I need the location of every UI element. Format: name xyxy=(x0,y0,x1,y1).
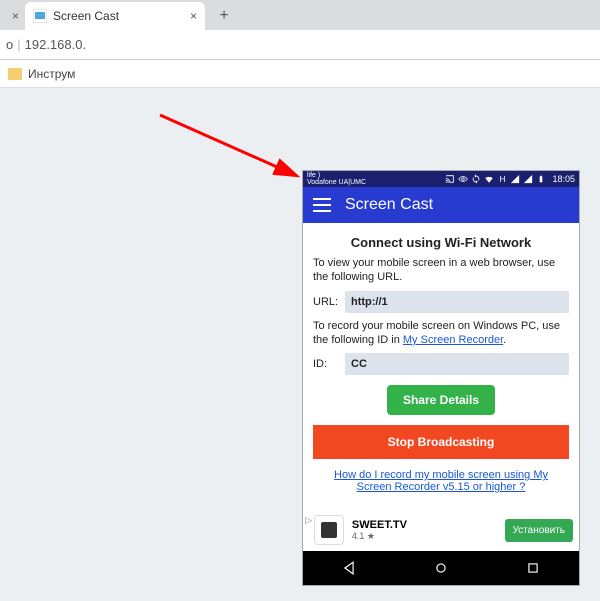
id-label: ID: xyxy=(313,358,345,370)
phone-statusbar: life ) Vodafone UA|UMC H 18:05 xyxy=(303,171,579,187)
address-text: 192.168.0. xyxy=(25,37,86,52)
signal-bars-icon xyxy=(523,174,533,184)
phone-screenshot: life ) Vodafone UA|UMC H 18:05 Screen Ca… xyxy=(302,170,580,586)
back-button[interactable] xyxy=(329,558,369,578)
tab-favicon xyxy=(33,9,47,23)
hamburger-icon[interactable] xyxy=(313,198,331,212)
address-prefix: o xyxy=(6,37,13,52)
phone-appbar: Screen Cast xyxy=(303,187,579,223)
clock-text: 18:05 xyxy=(552,174,575,184)
url-field[interactable]: http://1 xyxy=(345,291,569,313)
carrier-text: life ) Vodafone UA|UMC xyxy=(307,172,366,186)
arrow-annotation xyxy=(155,110,315,190)
home-button[interactable] xyxy=(421,558,461,578)
signal-icon: H xyxy=(497,174,507,184)
cast-icon xyxy=(445,174,455,184)
close-icon[interactable]: × xyxy=(12,9,19,23)
address-bar[interactable]: o | 192.168.0. xyxy=(0,30,600,60)
appbar-title: Screen Cast xyxy=(345,196,433,214)
bookmark-item[interactable]: Инструм xyxy=(28,67,75,81)
record-text: To record your mobile screen on Windows … xyxy=(313,319,569,348)
content-heading: Connect using Wi-Fi Network xyxy=(313,235,569,250)
tab-title: Screen Cast xyxy=(53,9,119,23)
sync-icon xyxy=(471,174,481,184)
id-field[interactable]: CC xyxy=(345,353,569,375)
browser-tab-1[interactable]: Screen Cast × xyxy=(25,2,205,30)
share-details-button[interactable]: Share Details xyxy=(387,385,495,415)
ad-info: SWEET.TV 4.1 ★ xyxy=(352,519,407,542)
browser-tab-0[interactable]: × xyxy=(0,2,23,30)
android-navbar xyxy=(303,551,579,585)
new-tab-button[interactable]: + xyxy=(211,4,237,28)
bookmarks-bar: Инструм xyxy=(0,60,600,88)
ad-banner[interactable]: ▷ SWEET.TV 4.1 ★ Установить xyxy=(303,509,579,551)
separator: | xyxy=(17,37,20,52)
phone-content: Connect using Wi-Fi Network To view your… xyxy=(303,223,579,509)
view-text: To view your mobile screen in a web brow… xyxy=(313,256,569,285)
eye-icon xyxy=(458,174,468,184)
url-label: URL: xyxy=(313,296,345,308)
close-icon[interactable]: × xyxy=(190,9,197,23)
stop-broadcasting-button[interactable]: Stop Broadcasting xyxy=(313,425,569,459)
ad-app-name: SWEET.TV xyxy=(352,519,407,531)
battery-icon xyxy=(536,174,546,184)
folder-icon xyxy=(8,68,22,80)
screen-recorder-link[interactable]: My Screen Recorder xyxy=(403,334,503,346)
help-link[interactable]: How do I record my mobile screen using M… xyxy=(317,469,565,493)
ad-app-icon xyxy=(314,515,344,545)
ad-rating: 4.1 ★ xyxy=(352,531,407,542)
signal-bars-icon xyxy=(510,174,520,184)
recents-button[interactable] xyxy=(513,558,553,578)
install-button[interactable]: Установить xyxy=(505,519,574,542)
ad-close-icon[interactable]: ▷ xyxy=(305,515,312,526)
browser-tabstrip: × Screen Cast × + xyxy=(0,0,600,30)
wifi-icon xyxy=(484,174,494,184)
